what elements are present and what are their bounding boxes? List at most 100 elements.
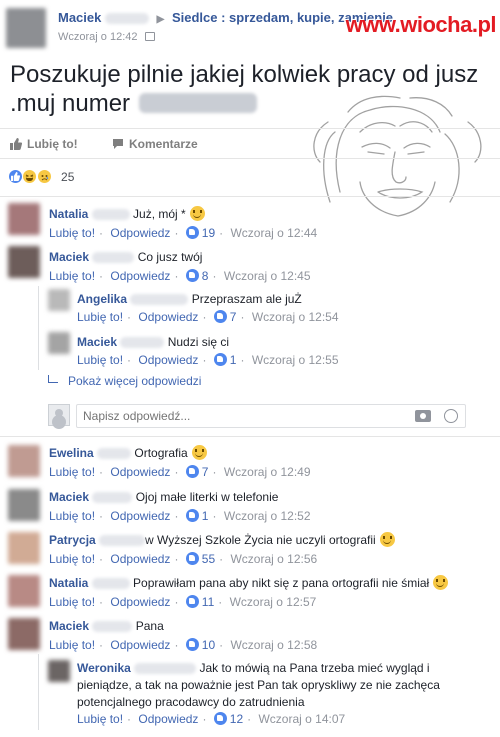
smiley-emoji-icon [191,445,207,460]
comment-reply-link[interactable]: Odpowiedz [138,712,198,726]
comment-like-count[interactable]: 19 [202,226,215,240]
comment-reply-link[interactable]: Odpowiedz [110,638,170,652]
reactions-summary[interactable]: 25 [8,169,74,187]
avatar[interactable] [48,289,70,311]
comment-like-link[interactable]: Lubię to! [49,638,95,652]
comment-text: Przepraszam ale juŻ [191,292,302,306]
comment-reply-link[interactable]: Odpowiedz [110,595,170,609]
emoji-icon[interactable] [444,409,458,423]
avatar[interactable] [8,445,40,477]
comment-like-count[interactable]: 1 [202,509,209,523]
post-meta: Wczoraj o 12:42 [58,31,155,43]
commenter-name[interactable]: Natalia [49,576,88,590]
commenter-name[interactable]: Patrycja [49,533,96,547]
comment-time[interactable]: Wczoraj o 14:07 [258,712,345,726]
comment-like-link[interactable]: Lubię to! [49,509,95,523]
avatar[interactable] [8,532,40,564]
comment-like-link[interactable]: Lubię to! [77,353,123,367]
comment-reply-link[interactable]: Odpowiedz [110,465,170,479]
post-time[interactable]: Wczoraj o 12:42 [58,31,137,43]
comment-time[interactable]: Wczoraj o 12:44 [230,226,317,240]
comment-like-count[interactable]: 8 [202,269,209,283]
commenter-name[interactable]: Weronika [77,661,131,675]
avatar[interactable] [8,203,40,235]
comment-like-count[interactable]: 7 [202,465,209,479]
divider [0,158,500,159]
thread-line [38,654,39,730]
commenter-name[interactable]: Maciek [49,490,89,504]
comment-time[interactable]: Wczoraj o 12:49 [224,465,311,479]
comment-like-count[interactable]: 55 [202,552,215,566]
comment-reply-link[interactable]: Odpowiedz [138,353,198,367]
like-button[interactable]: Lubię to! [10,137,78,151]
commenter-name[interactable]: Maciek [49,250,89,264]
comment-reply-link[interactable]: Odpowiedz [110,509,170,523]
comment-like-link[interactable]: Lubię to! [49,552,95,566]
reply-input[interactable] [76,404,466,428]
blurred-surname [134,663,197,675]
comment-like-link[interactable]: Lubię to! [49,595,95,609]
smiley-emoji-icon [379,532,395,547]
divider [0,436,500,437]
comment-time[interactable]: Wczoraj o 12:45 [224,269,311,283]
blurred-surname [92,252,135,264]
comment-reply-link[interactable]: Odpowiedz [138,310,198,324]
commenter-name[interactable]: Ewelina [49,446,94,460]
divider [0,196,500,197]
comment-like-count[interactable]: 12 [230,712,243,726]
comment-time[interactable]: Wczoraj o 12:55 [252,353,339,367]
default-avatar-icon [48,404,70,426]
comment-meta: Lubię to! · Odpowiedz · 1 · Wczoraj o 12:55 [77,353,339,367]
blurred-surname [97,448,132,460]
camera-icon[interactable] [415,410,431,422]
comment-button[interactable]: Komentarze [112,137,198,151]
comment-like-link[interactable]: Lubię to! [77,712,123,726]
avatar[interactable] [8,575,40,607]
comment-time[interactable]: Wczoraj o 12:52 [224,509,311,523]
comment-like-link[interactable]: Lubię to! [77,310,123,324]
comment-body: Weronika Jak to mówią na Pana trzeba mie… [77,660,440,711]
avatar[interactable] [8,489,40,521]
commenter-name[interactable]: Maciek [49,619,89,633]
comment-like-count[interactable]: 10 [202,638,215,652]
comment-text-line: pieniądze, a tak na poważnie jest Pan ta… [77,678,440,692]
comment-body: Natalia Poprawiłam pana aby nikt się z p… [49,575,449,591]
comment-reply-link[interactable]: Odpowiedz [110,269,170,283]
show-more-replies-link[interactable]: Pokaż więcej odpowiedzi [48,374,201,388]
comment-meta: Lubię to! · Odpowiedz · 55 · Wczoraj o 12:5… [49,552,318,566]
blurred-surname [91,578,130,590]
comment-time[interactable]: Wczoraj o 12:58 [230,638,317,652]
commenter-name[interactable]: Natalia [49,207,88,221]
comment-like-count[interactable]: 7 [230,310,237,324]
avatar[interactable] [48,332,70,354]
comment-like-link[interactable]: Lubię to! [49,269,95,283]
comment-text-line: Jak to mówią na Pana trzeba mieć wygląd … [199,661,430,675]
comment-body: Ewelina Ortografia [49,445,207,461]
comment-reply-link[interactable]: Odpowiedz [110,226,170,240]
comment-like-link[interactable]: Lubię to! [49,465,95,479]
author-avatar[interactable] [6,8,46,48]
comment-like-count[interactable]: 11 [202,595,214,609]
avatar[interactable] [8,246,40,278]
comment-like-link[interactable]: Lubię to! [49,226,95,240]
commenter-name[interactable]: Angelika [77,292,127,306]
comment-text: Ortografia [134,446,188,460]
author-name[interactable]: Maciek [58,10,101,25]
reply-composer [48,404,468,428]
like-count-icon [213,310,227,323]
reactions-count: 25 [61,169,75,184]
avatar[interactable] [8,618,40,650]
comment-time[interactable]: Wczoraj o 12:56 [230,552,317,566]
arrow-icon: ▶ [156,14,165,25]
comment-time[interactable]: Wczoraj o 12:57 [230,595,317,609]
comment-text: Już, mój * [133,207,186,221]
comment-like-count[interactable]: 1 [230,353,237,367]
comment-time[interactable]: Wczoraj o 12:54 [252,310,339,324]
comment-body: Maciek Co jusz twój [49,249,202,265]
like-count-icon [213,712,227,725]
watermark: www.wiocha.pl [345,12,497,37]
comment-reply-link[interactable]: Odpowiedz [110,552,170,566]
avatar[interactable] [48,660,70,682]
haha-reaction-icon [22,169,38,185]
commenter-name[interactable]: Maciek [77,335,117,349]
